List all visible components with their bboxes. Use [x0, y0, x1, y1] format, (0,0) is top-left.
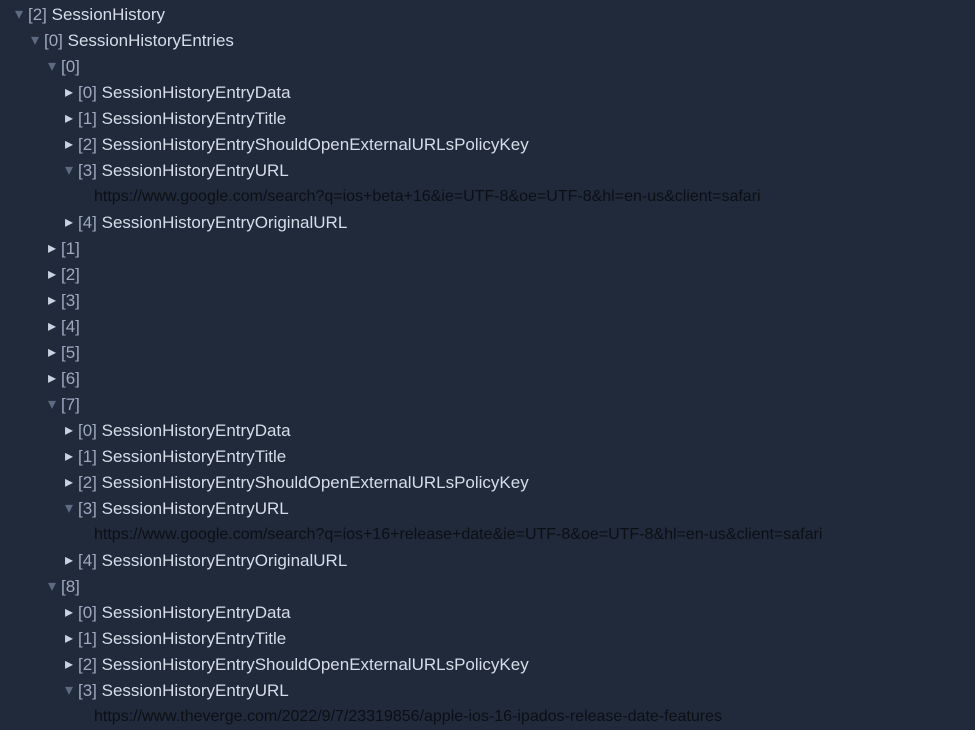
entry-node-7[interactable]: ▾ [7] — [4, 392, 975, 418]
disclosure-collapsed-icon[interactable]: ▸ — [43, 241, 61, 257]
entry-child[interactable]: ▸ [0] SessionHistoryEntryData — [4, 600, 975, 626]
node-key: SessionHistoryEntryShouldOpenExternalURL… — [102, 132, 529, 158]
entry-child[interactable]: ▸ [4] SessionHistoryEntryOriginalURL — [4, 210, 975, 236]
entry-child[interactable]: ▸ [2] SessionHistoryEntryShouldOpenExter… — [4, 470, 975, 496]
node-key: SessionHistoryEntryTitle — [102, 106, 287, 132]
node-index: [2] — [61, 262, 80, 288]
disclosure-collapsed-icon[interactable]: ▸ — [60, 605, 78, 621]
disclosure-collapsed-icon[interactable]: ▸ — [60, 137, 78, 153]
tree-view: ▾ [2] SessionHistory ▾ [0] SessionHistor… — [0, 0, 975, 730]
node-index: [4] — [61, 314, 80, 340]
entry-child-url[interactable]: ▾ [3] SessionHistoryEntryURL — [4, 678, 975, 704]
disclosure-expanded-icon[interactable]: ▾ — [10, 7, 28, 23]
url-text: https://www.google.com/search?q=ios+beta… — [94, 184, 761, 210]
entry-child[interactable]: ▸ [2] SessionHistoryEntryShouldOpenExter… — [4, 132, 975, 158]
disclosure-expanded-icon[interactable]: ▾ — [60, 683, 78, 699]
entry-child[interactable]: ▸ [1] SessionHistoryEntryTitle — [4, 626, 975, 652]
entry-node-collapsed[interactable]: ▸ [4] — [4, 314, 975, 340]
node-index: [0] — [78, 600, 97, 626]
entry-node-collapsed[interactable]: ▸ [1] — [4, 236, 975, 262]
disclosure-collapsed-icon[interactable]: ▸ — [60, 215, 78, 231]
entry-child[interactable]: ▸ [0] SessionHistoryEntryData — [4, 418, 975, 444]
disclosure-collapsed-icon[interactable]: ▸ — [43, 319, 61, 335]
entry-child[interactable]: ▸ [2] SessionHistoryEntryShouldOpenExter… — [4, 652, 975, 678]
node-key: SessionHistoryEntryTitle — [102, 626, 287, 652]
entry-child[interactable]: ▸ [4] SessionHistoryEntryOriginalURL — [4, 548, 975, 574]
entry-child-url[interactable]: ▾ [3] SessionHistoryEntryURL — [4, 496, 975, 522]
node-index: [8] — [61, 574, 80, 600]
disclosure-expanded-icon[interactable]: ▾ — [26, 33, 44, 49]
node-key: SessionHistoryEntryData — [102, 80, 291, 106]
node-index: [4] — [78, 210, 97, 236]
node-index: [2] — [28, 2, 47, 28]
node-index: [0] — [78, 80, 97, 106]
entry-node-collapsed[interactable]: ▸ [5] — [4, 340, 975, 366]
entry-node-0[interactable]: ▾ [0] — [4, 54, 975, 80]
entry-child-url[interactable]: ▾ [3] SessionHistoryEntryURL — [4, 158, 975, 184]
disclosure-expanded-icon[interactable]: ▾ — [43, 59, 61, 75]
disclosure-collapsed-icon[interactable]: ▸ — [60, 111, 78, 127]
node-index: [0] — [78, 418, 97, 444]
entry-node-collapsed[interactable]: ▸ [3] — [4, 288, 975, 314]
node-index: [2] — [78, 470, 97, 496]
node-index: [5] — [61, 340, 80, 366]
node-index: [1] — [78, 106, 97, 132]
entry-child[interactable]: ▸ [0] SessionHistoryEntryData — [4, 80, 975, 106]
node-index: [3] — [78, 158, 97, 184]
entry-node-collapsed[interactable]: ▸ [6] — [4, 366, 975, 392]
disclosure-expanded-icon[interactable]: ▾ — [60, 163, 78, 179]
node-key: SessionHistoryEntryOriginalURL — [102, 210, 348, 236]
node-key: SessionHistoryEntryURL — [102, 158, 289, 184]
node-key: SessionHistoryEntryURL — [102, 678, 289, 704]
url-text: https://www.theverge.com/2022/9/7/233198… — [94, 704, 722, 730]
node-key: SessionHistoryEntryOriginalURL — [102, 548, 348, 574]
entry-child[interactable]: ▸ [1] SessionHistoryEntryTitle — [4, 106, 975, 132]
node-key: SessionHistory — [52, 2, 165, 28]
node-key: SessionHistoryEntryData — [102, 418, 291, 444]
node-index: [4] — [78, 548, 97, 574]
node-index: [7] — [61, 392, 80, 418]
disclosure-collapsed-icon[interactable]: ▸ — [43, 371, 61, 387]
disclosure-expanded-icon[interactable]: ▾ — [60, 501, 78, 517]
disclosure-collapsed-icon[interactable]: ▸ — [60, 631, 78, 647]
node-index: [2] — [78, 652, 97, 678]
url-value: https://www.theverge.com/2022/9/7/233198… — [4, 704, 975, 730]
node-key: SessionHistoryEntryShouldOpenExternalURL… — [102, 652, 529, 678]
entry-node-collapsed[interactable]: ▸ [2] — [4, 262, 975, 288]
node-index: [1] — [78, 444, 97, 470]
node-key: SessionHistoryEntryTitle — [102, 444, 287, 470]
node-index: [6] — [61, 366, 80, 392]
disclosure-collapsed-icon[interactable]: ▸ — [43, 267, 61, 283]
node-key: SessionHistoryEntryData — [102, 600, 291, 626]
disclosure-expanded-icon[interactable]: ▾ — [43, 579, 61, 595]
disclosure-collapsed-icon[interactable]: ▸ — [60, 657, 78, 673]
node-index: [1] — [78, 626, 97, 652]
disclosure-collapsed-icon[interactable]: ▸ — [43, 345, 61, 361]
disclosure-collapsed-icon[interactable]: ▸ — [60, 475, 78, 491]
url-text: https://www.google.com/search?q=ios+16+r… — [94, 522, 822, 548]
node-index: [3] — [78, 496, 97, 522]
node-key: SessionHistoryEntryURL — [102, 496, 289, 522]
disclosure-expanded-icon[interactable]: ▾ — [43, 397, 61, 413]
url-value: https://www.google.com/search?q=ios+beta… — [4, 184, 975, 210]
node-index: [3] — [61, 288, 80, 314]
node-index: [3] — [78, 678, 97, 704]
disclosure-collapsed-icon[interactable]: ▸ — [60, 553, 78, 569]
disclosure-collapsed-icon[interactable]: ▸ — [60, 449, 78, 465]
node-index: [1] — [61, 236, 80, 262]
node-sessionhistoryentries[interactable]: ▾ [0] SessionHistoryEntries — [4, 28, 975, 54]
disclosure-collapsed-icon[interactable]: ▸ — [60, 423, 78, 439]
node-index: [0] — [44, 28, 63, 54]
disclosure-collapsed-icon[interactable]: ▸ — [60, 85, 78, 101]
disclosure-collapsed-icon[interactable]: ▸ — [43, 293, 61, 309]
url-value: https://www.google.com/search?q=ios+16+r… — [4, 522, 975, 548]
entry-child[interactable]: ▸ [1] SessionHistoryEntryTitle — [4, 444, 975, 470]
node-key: SessionHistoryEntries — [68, 28, 234, 54]
node-index: [0] — [61, 54, 80, 80]
node-key: SessionHistoryEntryShouldOpenExternalURL… — [102, 470, 529, 496]
node-index: [2] — [78, 132, 97, 158]
node-sessionhistory[interactable]: ▾ [2] SessionHistory — [4, 2, 975, 28]
entry-node-8[interactable]: ▾ [8] — [4, 574, 975, 600]
